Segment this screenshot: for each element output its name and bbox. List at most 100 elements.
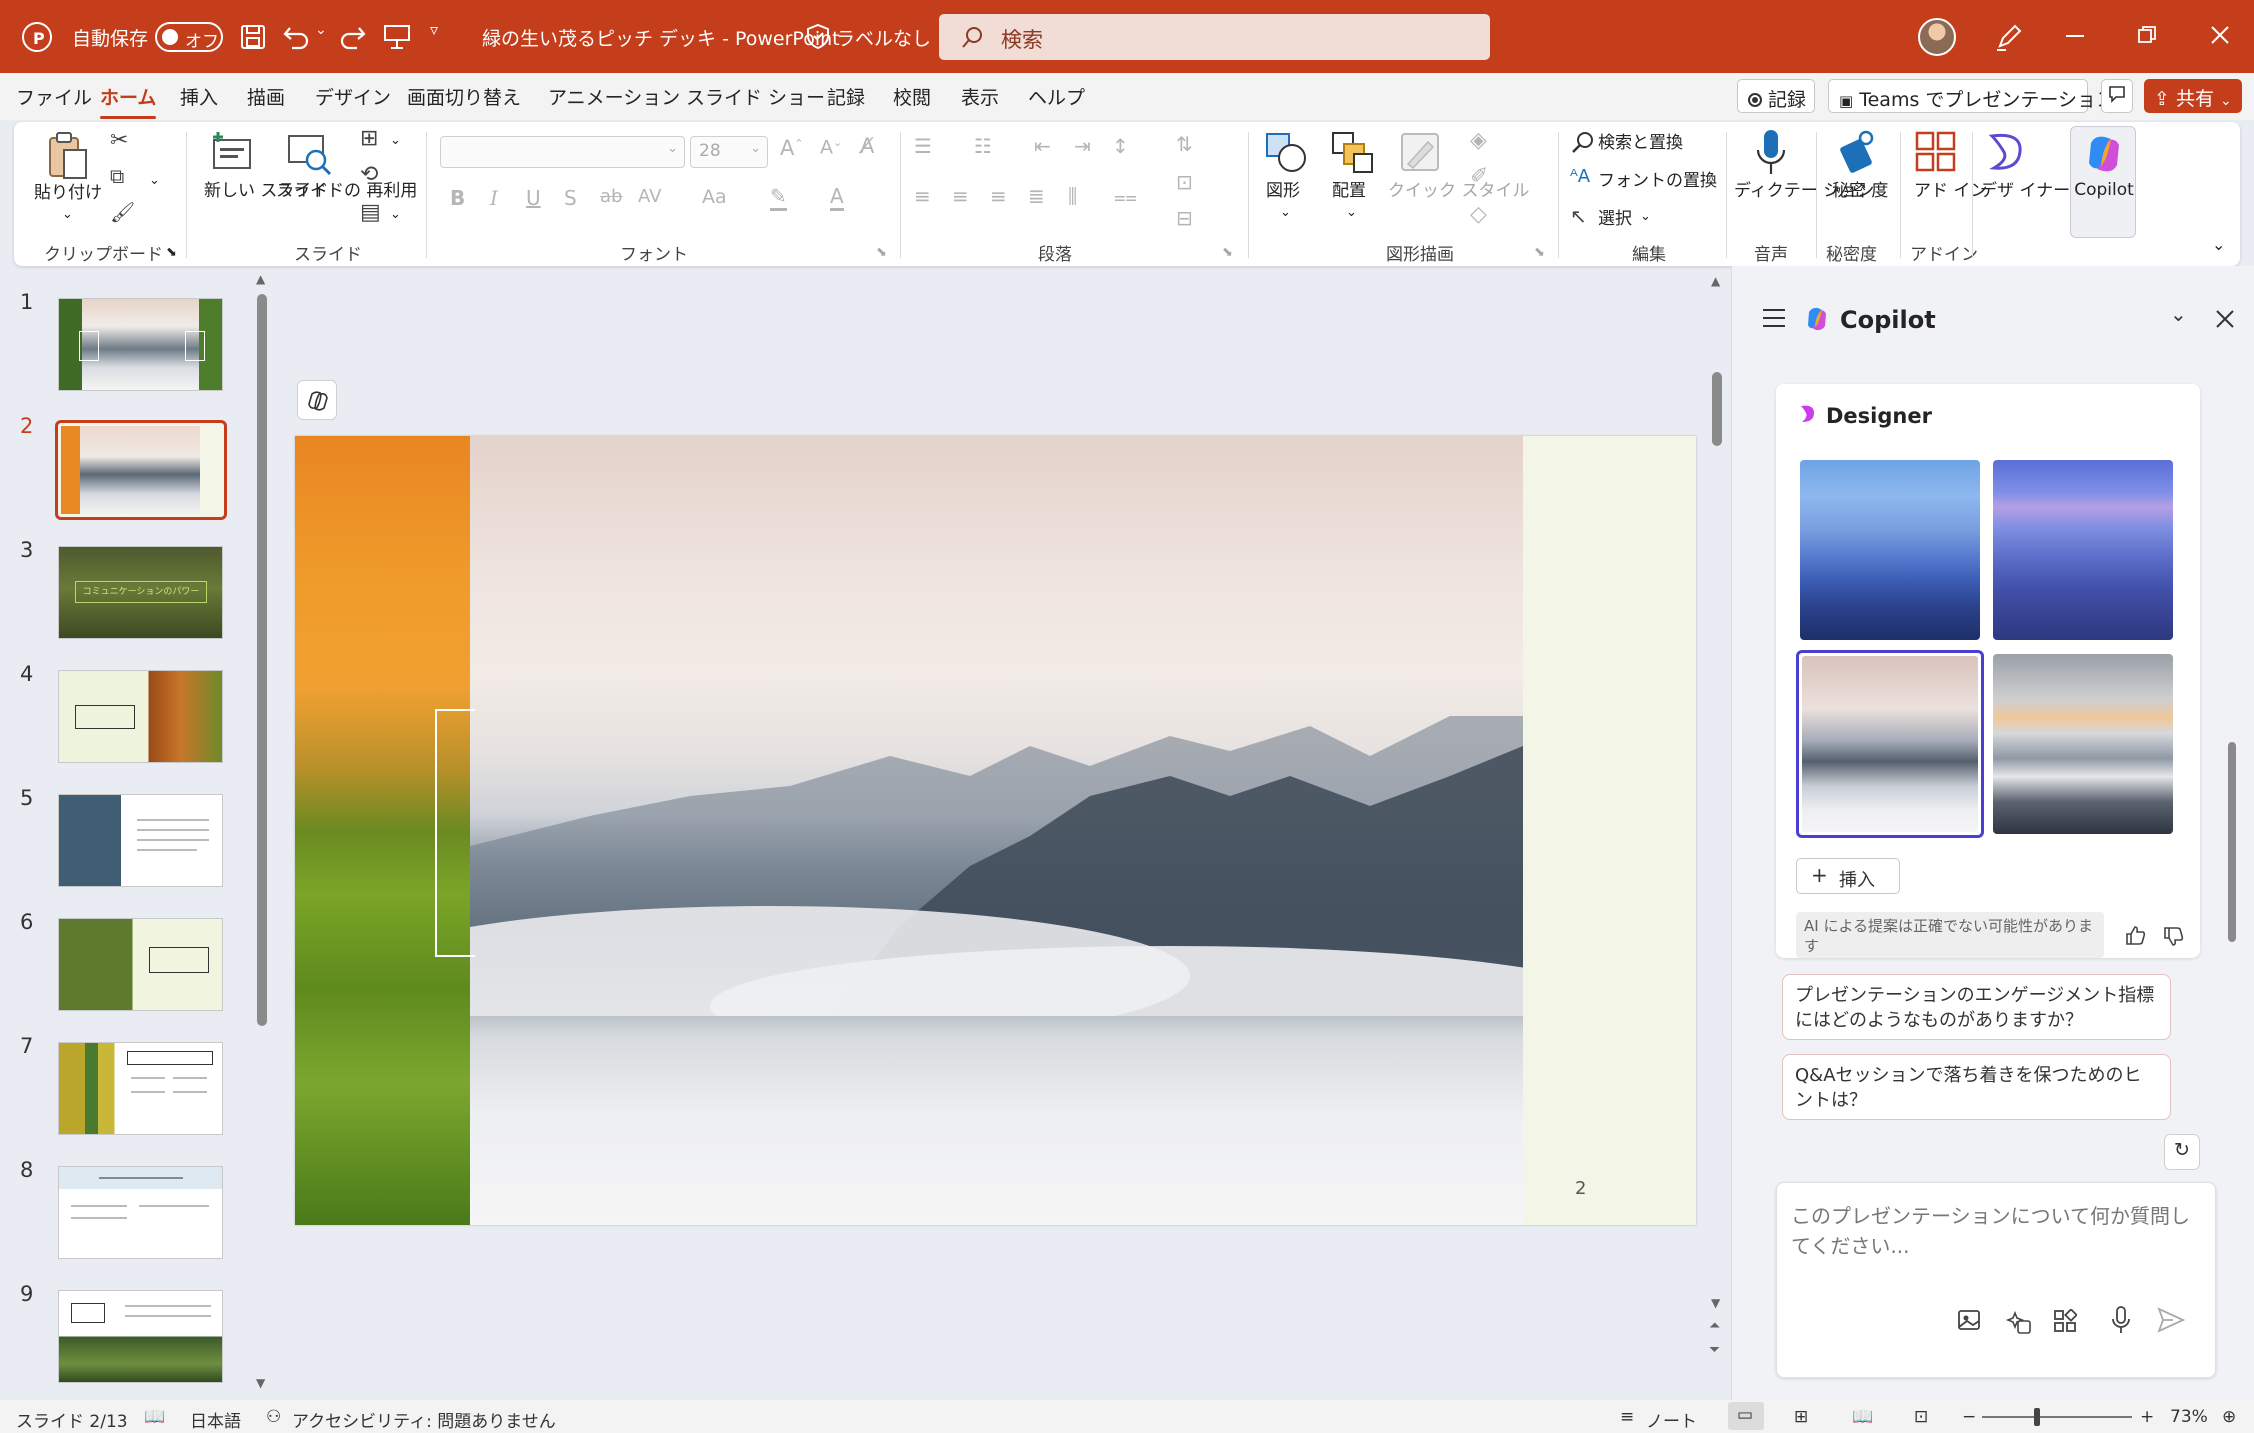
replace-fonts-icon[interactable]: ᴬA: [1570, 166, 1590, 187]
search-box[interactable]: 検索: [939, 14, 1490, 60]
scroll-up-icon[interactable]: ▲: [1711, 274, 1720, 288]
share-button[interactable]: ⇪ 共有 ⌄: [2144, 79, 2242, 113]
previous-slide-icon[interactable]: ⏶: [1709, 1318, 1720, 1334]
char-spacing-icon[interactable]: AV: [638, 186, 661, 207]
microphone-icon[interactable]: [1754, 128, 1788, 178]
slide-thumbnail[interactable]: [58, 1042, 223, 1135]
accessibility-icon[interactable]: ⚇: [266, 1407, 281, 1427]
highlight-icon[interactable]: ✎: [770, 184, 787, 211]
shadow-icon[interactable]: S: [564, 186, 577, 210]
paste-icon[interactable]: [46, 130, 90, 182]
teams-present-button[interactable]: ▣ Teams でプレゼンテーション: [1828, 79, 2115, 113]
comments-button[interactable]: [2101, 79, 2133, 113]
line-spacing-icon[interactable]: ↕: [1112, 134, 1129, 158]
presentation-icon[interactable]: [383, 22, 411, 50]
slide-thumbnail[interactable]: [58, 1166, 223, 1259]
change-case-label[interactable]: Aa: [702, 186, 727, 208]
bold-icon[interactable]: B: [450, 186, 465, 210]
find-icon[interactable]: [1570, 130, 1596, 156]
tab-help[interactable]: ヘルプ: [1028, 83, 1085, 110]
tab-view[interactable]: 表示: [961, 83, 999, 110]
layout-chevron-icon[interactable]: ⌄: [390, 130, 401, 152]
columns-icon[interactable]: ⫼: [1068, 184, 1077, 208]
tab-design[interactable]: デザイン: [315, 83, 391, 110]
zoom-in-icon[interactable]: +: [2140, 1407, 2154, 1427]
record-button[interactable]: 記録: [1737, 79, 1815, 113]
reuse-slide-label[interactable]: スライドの 再利用: [276, 180, 417, 202]
thumbs-down-icon[interactable]: [2162, 926, 2184, 948]
zoom-out-icon[interactable]: −: [1962, 1407, 1976, 1427]
format-painter-icon[interactable]: 🖌: [110, 200, 135, 224]
quick-styles-icon[interactable]: [1398, 130, 1444, 176]
shape-outline-icon[interactable]: ✐: [1470, 164, 1488, 189]
justify-icon[interactable]: ≣: [1028, 184, 1045, 208]
thumbnails-scrollbar[interactable]: [257, 294, 267, 1026]
ribbon-collapse-icon[interactable]: ⌄: [2212, 234, 2225, 256]
insert-button[interactable]: + 挿入: [1796, 858, 1900, 894]
spell-check-icon[interactable]: 📖: [144, 1407, 165, 1427]
shapes-label[interactable]: 図形: [1266, 180, 1300, 202]
refresh-suggestions-button[interactable]: ↻: [2164, 1134, 2200, 1170]
decrease-indent-icon[interactable]: ⇤: [1034, 134, 1051, 158]
scroll-down-icon[interactable]: ▼: [1711, 1296, 1720, 1310]
slide-thumbnail[interactable]: [58, 918, 223, 1011]
next-slide-icon[interactable]: ⏷: [1709, 1342, 1720, 1358]
slide-canvas[interactable]: 2: [295, 436, 1696, 1225]
tab-draw[interactable]: 描画: [247, 83, 285, 110]
send-icon[interactable]: [2157, 1307, 2185, 1333]
tab-insert[interactable]: 挿入: [180, 83, 218, 110]
quick-styles-label[interactable]: クイック スタイル: [1388, 180, 1529, 202]
design-option-4[interactable]: [1993, 654, 2173, 834]
new-slide-label[interactable]: 新しい スライド: [204, 180, 328, 202]
section-chevron-icon[interactable]: ⌄: [390, 204, 401, 226]
undo-dropdown-icon[interactable]: ⌄: [315, 22, 327, 38]
suggestion-chip[interactable]: プレゼンテーションのエンゲージメント指標にはどのようなものがありますか？: [1782, 974, 2171, 1040]
bullets-icon[interactable]: ☰: [914, 134, 932, 158]
shapes-icon[interactable]: [1264, 130, 1310, 176]
microphone-icon[interactable]: [2111, 1305, 2131, 1335]
designer-icon[interactable]: [1984, 130, 2028, 174]
smartart-icon[interactable]: ⊟: [1176, 206, 1193, 230]
slide-thumbnail[interactable]: [58, 794, 223, 887]
clear-format-icon[interactable]: A̸: [860, 134, 874, 158]
increase-font-icon[interactable]: A⌃: [780, 136, 804, 160]
tab-animations[interactable]: アニメーション: [548, 83, 680, 110]
increase-indent-icon[interactable]: ⇥: [1074, 134, 1091, 158]
slide-thumbnail[interactable]: コミュニケーションのパワー: [58, 546, 223, 639]
tab-slideshow[interactable]: スライド ショー: [686, 83, 825, 110]
shape-effects-icon[interactable]: ◇: [1470, 202, 1487, 227]
layout-icon[interactable]: ⊞: [360, 126, 378, 151]
decrease-font-icon[interactable]: A⌄: [820, 136, 842, 158]
text-direction-icon[interactable]: ⇅: [1176, 132, 1193, 156]
align-left-icon[interactable]: ≡: [914, 184, 931, 208]
sensitivity-icon[interactable]: [1838, 128, 1878, 174]
shape-fill-icon[interactable]: ◈: [1470, 128, 1487, 153]
restore-icon[interactable]: [2138, 26, 2156, 44]
menu-icon[interactable]: [1762, 308, 1786, 328]
normal-view-button[interactable]: ▭: [1728, 1402, 1764, 1430]
slide-sorter-icon[interactable]: ⊞: [1794, 1407, 1808, 1427]
font-color-icon[interactable]: A: [830, 184, 844, 211]
scroll-down-icon[interactable]: ▼: [256, 1376, 265, 1390]
font-launcher-icon[interactable]: ⬊: [876, 242, 887, 264]
underline-icon[interactable]: U: [526, 186, 541, 210]
clipboard-launcher-icon[interactable]: ⬊: [166, 242, 177, 264]
arrange-icon[interactable]: [1330, 130, 1376, 176]
zoom-slider[interactable]: [1982, 1416, 2132, 1418]
notes-label[interactable]: ノート: [1646, 1407, 1697, 1432]
addins-icon[interactable]: [1914, 130, 1958, 174]
design-option-1[interactable]: [1800, 460, 1980, 640]
shapes-chevron-icon[interactable]: ⌄: [1280, 202, 1291, 224]
select-cursor-icon[interactable]: ↖: [1570, 204, 1587, 228]
close-icon[interactable]: [2211, 26, 2229, 44]
close-icon[interactable]: [2216, 310, 2234, 328]
add-image-icon[interactable]: [1957, 1307, 1983, 1333]
arrange-chevron-icon[interactable]: ⌄: [1346, 202, 1357, 224]
design-option-3-selected[interactable]: [1796, 650, 1984, 838]
new-slide-icon[interactable]: [210, 130, 256, 176]
font-name-box[interactable]: ⌄: [440, 136, 685, 168]
slide-thumbnail[interactable]: [58, 298, 223, 391]
dictate-label[interactable]: ディクテー ション: [1734, 180, 1874, 202]
scroll-up-icon[interactable]: ▲: [256, 272, 265, 286]
fit-to-window-icon[interactable]: ⊕: [2222, 1407, 2236, 1427]
